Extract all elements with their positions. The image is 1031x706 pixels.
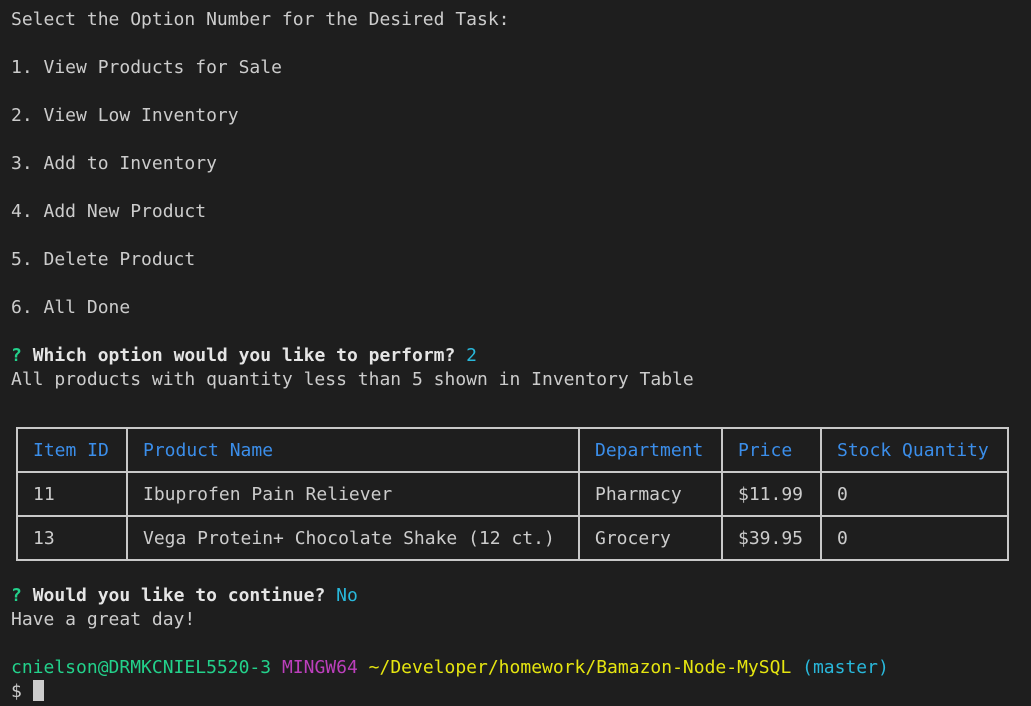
working-directory: ~/Developer/homework/Bamazon-Node-MySQL xyxy=(368,657,792,678)
question-mark: ? xyxy=(11,585,22,606)
cell-price: $11.99 xyxy=(721,471,822,517)
cell-product-name: Vega Protein+ Chocolate Shake (12 ct.) xyxy=(126,515,580,561)
shell-system: MINGW64 xyxy=(281,657,358,678)
menu-option-6: 6. All Done xyxy=(11,297,131,318)
info-line: All products with quantity less than 5 s… xyxy=(11,369,694,390)
column-header-item-id: Item ID xyxy=(16,427,128,473)
option-question-text: Which option would you like to perform? xyxy=(32,345,456,366)
menu-option-3: 3. Add to Inventory xyxy=(11,153,217,174)
table-header-row: Item ID Product Name Department Price St… xyxy=(16,427,1009,473)
column-header-product-name: Product Name xyxy=(126,427,580,473)
cell-product-name: Ibuprofen Pain Reliever xyxy=(126,471,580,517)
cell-item-id: 13 xyxy=(16,515,128,561)
cell-stock-quantity: 0 xyxy=(820,471,1009,517)
continue-question-line: ? Would you like to continue? No xyxy=(11,584,358,608)
menu-option-1: 1. View Products for Sale xyxy=(11,57,282,78)
text-cursor[interactable] xyxy=(32,680,44,701)
user-host: cnielson@DRMKCNIEL5520-3 xyxy=(11,657,272,678)
cell-department: Grocery xyxy=(578,515,723,561)
table-row: 13 Vega Protein+ Chocolate Shake (12 ct.… xyxy=(16,515,1009,561)
continue-answer: No xyxy=(336,585,358,606)
question-mark: ? xyxy=(11,345,22,366)
table-row: 11 Ibuprofen Pain Reliever Pharmacy $11.… xyxy=(16,471,1009,517)
option-answer: 2 xyxy=(466,345,478,366)
cell-stock-quantity: 0 xyxy=(820,515,1009,561)
cell-price: $39.95 xyxy=(721,515,822,561)
menu-option-5: 5. Delete Product xyxy=(11,249,196,270)
column-header-department: Department xyxy=(578,427,723,473)
terminal-window[interactable]: Select the Option Number for the Desired… xyxy=(0,0,1031,706)
column-header-stock-quantity: Stock Quantity xyxy=(820,427,1009,473)
git-branch: (master) xyxy=(802,657,889,678)
cell-item-id: 11 xyxy=(16,471,128,517)
option-question-line: ? Which option would you like to perform… xyxy=(11,344,477,368)
continue-question-text: Would you like to continue? xyxy=(32,585,326,606)
cell-department: Pharmacy xyxy=(578,471,723,517)
column-header-price: Price xyxy=(721,427,822,473)
command-input-line[interactable]: $ xyxy=(11,680,44,704)
shell-prompt-info: cnielson@DRMKCNIEL5520-3 MINGW64 ~/Devel… xyxy=(11,656,889,680)
menu-option-2: 2. View Low Inventory xyxy=(11,105,239,126)
menu-prompt: Select the Option Number for the Desired… xyxy=(11,9,510,30)
menu-option-4: 4. Add New Product xyxy=(11,201,207,222)
prompt-symbol: $ xyxy=(11,681,22,702)
inventory-table: Item ID Product Name Department Price St… xyxy=(16,427,1009,561)
farewell-message: Have a great day! xyxy=(11,609,196,630)
